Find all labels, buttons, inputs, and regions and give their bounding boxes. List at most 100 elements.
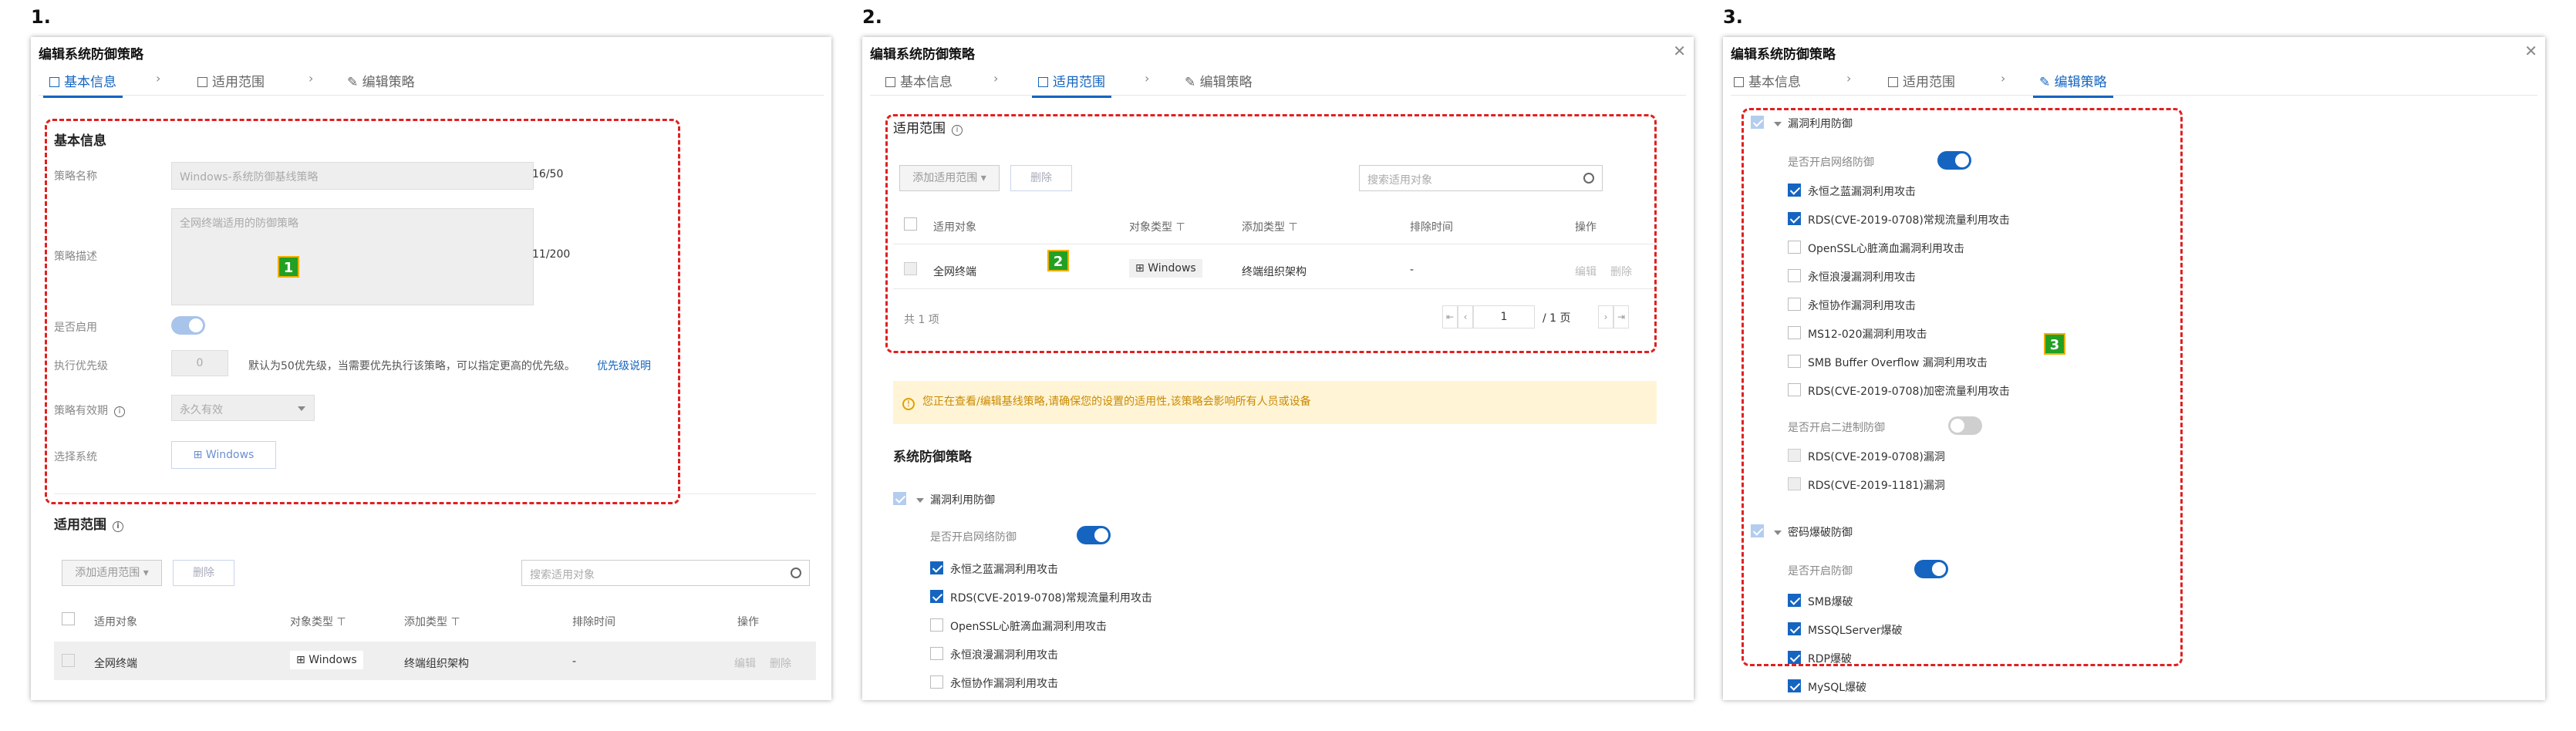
header-exclude-time: 排除时间 — [572, 616, 615, 628]
row-object: 全网终端 — [94, 658, 137, 670]
tab-label: 适用范围 — [1053, 75, 1105, 90]
header-type: 对象类型 ⊤ — [290, 614, 346, 629]
section-title-scope: 适用范围 i — [54, 514, 123, 533]
chevron-right-icon: › — [156, 71, 161, 86]
tab-label: 适用范围 — [1903, 75, 1955, 90]
filter-icon[interactable]: ⊤ — [336, 616, 346, 628]
row-add-type: 终端组织架构 — [404, 658, 469, 670]
tab-basic-info[interactable]: 基本信息 — [43, 71, 123, 98]
step-label-3: 3. — [1723, 6, 1743, 28]
tab-label: 编辑策略 — [2054, 75, 2107, 90]
step-label-1: 1. — [31, 6, 51, 28]
group-title-exploit: 漏洞利用防御 — [930, 494, 995, 507]
option-label: 永恒浪漫漏洞利用攻击 — [950, 649, 1058, 662]
scope-icon — [197, 77, 207, 87]
header-add-type: 添加类型 ⊤ — [404, 614, 460, 629]
scope-search-input[interactable]: 搜索适用对象 — [521, 560, 810, 586]
select-all-checkbox[interactable] — [62, 612, 75, 625]
option-checkbox[interactable] — [930, 590, 943, 603]
chevron-down-icon[interactable] — [916, 498, 924, 503]
step-marker-1: 1 — [278, 256, 299, 278]
scope-icon — [1888, 77, 1898, 87]
row-type-tag: ⊞ Windows — [290, 651, 363, 669]
header-actions: 操作 — [737, 616, 759, 628]
dialog-panel-2: 编辑系统防御策略 ✕ 基本信息 › 适用范围 › ✎ 编辑策略 适用范围 i 添加… — [862, 37, 1694, 700]
delete-button[interactable]: 删除 — [173, 560, 234, 586]
search-icon — [791, 568, 801, 578]
chevron-right-icon: › — [2001, 71, 2006, 86]
header-add-type-text: 添加类型 — [404, 616, 447, 628]
dialog-panel-3: 编辑系统防御策略 ✕ 基本信息 › 适用范围 › ✎ 编辑策略 漏洞利用防御 是… — [1723, 37, 2545, 700]
tab-scope[interactable]: 适用范围 — [1888, 71, 1955, 90]
chevron-right-icon: › — [993, 71, 999, 86]
option-label: MySQL爆破 — [1808, 682, 1867, 694]
highlight-box-3 — [1741, 108, 2183, 666]
pencil-icon: ✎ — [347, 75, 362, 90]
tab-label: 编辑策略 — [362, 75, 415, 90]
step-marker-2: 2 — [1047, 250, 1069, 271]
tab-basic-info[interactable]: 基本信息 — [885, 71, 953, 90]
option-label: OpenSSL心脏滴血漏洞利用攻击 — [950, 621, 1107, 633]
pencil-icon: ✎ — [2039, 75, 2055, 90]
form-icon — [1734, 77, 1744, 87]
dialog-title: 编辑系统防御策略 — [1731, 47, 1836, 62]
row-checkbox[interactable] — [62, 654, 75, 667]
form-icon — [49, 77, 59, 87]
net-defense-toggle[interactable] — [1077, 526, 1111, 544]
row-exclude-time: - — [572, 655, 577, 668]
option-label: RDS(CVE-2019-0708)常规流量利用攻击 — [950, 592, 1152, 605]
tab-edit-policy[interactable]: ✎ 编辑策略 — [1185, 71, 1253, 90]
tab-scope[interactable]: 适用范围 — [197, 71, 265, 90]
option-label: 永恒协作漏洞利用攻击 — [950, 678, 1058, 690]
warning-icon: ! — [902, 398, 915, 410]
option-label: 永恒之蓝漏洞利用攻击 — [950, 564, 1058, 576]
baseline-warning-banner: ! 您正在查看/编辑基线策略,请确保您的设置的适用性,该策略会影响所有人员或设备 — [893, 381, 1657, 424]
tab-edit-policy[interactable]: ✎ 编辑策略 — [2033, 71, 2113, 98]
pencil-icon: ✎ — [1185, 75, 1200, 90]
option-checkbox[interactable] — [930, 675, 943, 689]
option-checkbox[interactable] — [930, 618, 943, 632]
close-icon[interactable]: ✕ — [1673, 42, 1686, 60]
windows-icon: ⊞ — [296, 654, 309, 666]
info-icon: i — [113, 521, 123, 532]
search-placeholder: 搜索适用对象 — [530, 569, 595, 581]
tab-label: 适用范围 — [212, 75, 265, 90]
chevron-right-icon: › — [1846, 71, 1852, 86]
filter-icon[interactable]: ⊤ — [450, 616, 460, 628]
chevron-right-icon: › — [1145, 71, 1150, 86]
tab-edit-policy[interactable]: ✎ 编辑策略 — [347, 71, 415, 90]
scope-title-text: 适用范围 — [54, 517, 106, 533]
group-checkbox-exploit[interactable] — [893, 492, 906, 505]
highlight-box-2 — [885, 114, 1657, 353]
row-type-text: Windows — [309, 654, 357, 666]
step-label-2: 2. — [862, 6, 882, 28]
section-title-policy: 系统防御策略 — [893, 450, 972, 465]
header-type-text: 对象类型 — [290, 616, 333, 628]
tab-label: 基本信息 — [1748, 75, 1801, 90]
tab-bar: 基本信息 › 适用范围 › ✎ 编辑策略 — [39, 65, 824, 98]
dialog-panel-1: 编辑系统防御策略 基本信息 › 适用范围 › ✎ 编辑策略 基本信息 策略名称 … — [31, 37, 831, 700]
tab-label: 基本信息 — [64, 75, 116, 90]
row-delete-link[interactable]: 删除 — [770, 655, 791, 671]
header-object: 适用对象 — [94, 616, 137, 628]
net-defense-label: 是否开启网络防御 — [930, 531, 1017, 544]
option-checkbox[interactable] — [930, 647, 943, 660]
option-checkbox[interactable] — [930, 561, 943, 574]
dialog-title: 编辑系统防御策略 — [39, 47, 143, 62]
add-scope-button[interactable]: 添加适用范围 ▾ — [62, 560, 162, 586]
scope-icon — [1038, 77, 1048, 87]
step-marker-3: 3 — [2044, 333, 2065, 355]
dialog-title: 编辑系统防御策略 — [870, 47, 975, 62]
tab-basic-info[interactable]: 基本信息 — [1734, 71, 1801, 90]
chevron-right-icon: › — [309, 71, 314, 86]
tab-bar: 基本信息 › 适用范围 › ✎ 编辑策略 — [870, 65, 1686, 98]
tab-scope[interactable]: 适用范围 — [1032, 71, 1111, 98]
option-checkbox[interactable] — [1788, 679, 1801, 692]
form-icon — [885, 77, 895, 87]
row-edit-link[interactable]: 编辑 — [734, 655, 756, 671]
close-icon[interactable]: ✕ — [2524, 42, 2537, 60]
add-scope-label: 添加适用范围 — [75, 567, 140, 579]
warning-text: 您正在查看/编辑基线策略,请确保您的设置的适用性,该策略会影响所有人员或设备 — [922, 396, 1311, 408]
tab-label: 基本信息 — [900, 75, 953, 90]
tab-bar: 基本信息 › 适用范围 › ✎ 编辑策略 — [1731, 65, 2537, 98]
